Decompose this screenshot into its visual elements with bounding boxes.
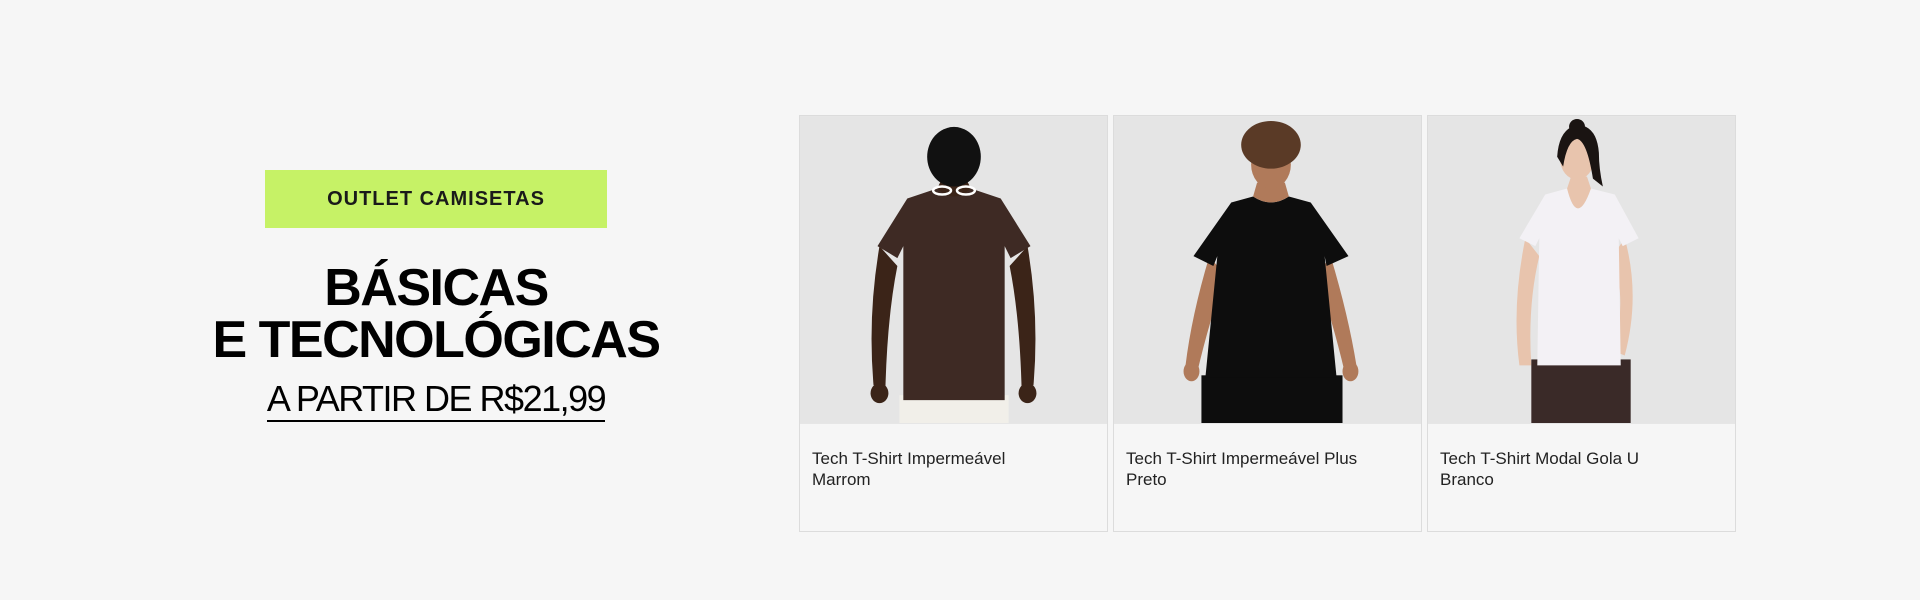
headline-line-1: BÁSICAS [324, 259, 549, 317]
man-brown-tshirt-image [800, 116, 1107, 424]
outlet-badge-button[interactable]: OUTLET CAMISETAS [265, 170, 607, 228]
product-carousel: Tech T-Shirt Impermeável Marrom Tech T-S… [799, 115, 1736, 532]
price-link[interactable]: A PARTIR DE R$21,99 [266, 378, 607, 422]
product-name[interactable]: Tech T-Shirt Impermeável Marrom [800, 424, 1107, 490]
product-photo[interactable] [800, 116, 1107, 424]
woman-white-tshirt-image [1428, 116, 1735, 424]
product-name[interactable]: Tech T-Shirt Impermeável Plus Preto [1114, 424, 1421, 490]
product-card[interactable]: Tech T-Shirt Impermeável Plus Preto [1113, 115, 1422, 532]
woman-black-tshirt-image [1114, 116, 1421, 424]
promo-headline: BÁSICAS E TECNOLÓGICAS [180, 262, 692, 366]
product-card[interactable]: Tech T-Shirt Impermeável Marrom [799, 115, 1108, 532]
outlet-banner: OUTLET CAMISETAS BÁSICAS E TECNOLÓGICAS … [0, 0, 1920, 600]
product-photo[interactable] [1428, 116, 1735, 424]
product-name[interactable]: Tech T-Shirt Modal Gola U Branco [1428, 424, 1735, 490]
promo-block: OUTLET CAMISETAS BÁSICAS E TECNOLÓGICAS … [180, 170, 692, 422]
headline-line-2: E TECNOLÓGICAS [212, 311, 661, 369]
product-card[interactable]: Tech T-Shirt Modal Gola U Branco [1427, 115, 1736, 532]
product-photo[interactable] [1114, 116, 1421, 424]
